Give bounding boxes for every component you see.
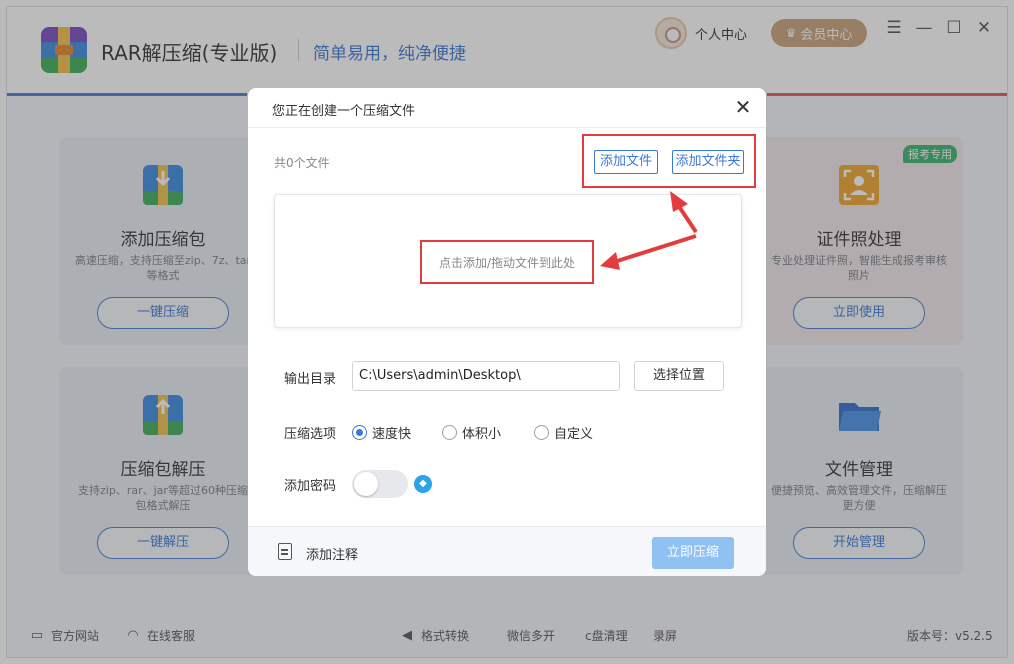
option-label: 体积小 xyxy=(462,427,502,442)
file-count: 共0个文件 xyxy=(274,156,330,170)
choose-location-button[interactable]: 选择位置 xyxy=(634,361,724,391)
option-label: 自定义 xyxy=(554,427,594,442)
drop-hint: 点击添加/拖动文件到此处 xyxy=(438,256,576,270)
note-icon xyxy=(278,543,292,560)
radio-dot xyxy=(352,425,367,440)
output-path-input[interactable]: C:\Users\admin\Desktop\ xyxy=(352,361,620,391)
option-label: 速度快 xyxy=(372,427,412,442)
option-fast-radio[interactable]: 速度快 xyxy=(352,423,411,442)
dialog-footer: 添加注释 立即压缩 xyxy=(248,526,766,576)
add-folder-button[interactable]: 添加文件夹 xyxy=(672,150,744,174)
vip-diamond-icon: ◆ xyxy=(414,475,432,493)
output-dir-label: 输出目录 xyxy=(284,372,337,387)
radio-dot xyxy=(534,425,549,440)
option-custom-radio[interactable]: 自定义 xyxy=(534,423,593,442)
password-toggle[interactable] xyxy=(352,470,408,498)
dialog-close-icon[interactable]: ✕ xyxy=(732,96,754,118)
create-archive-dialog: 您正在创建一个压缩文件 ✕ 共0个文件 添加文件 添加文件夹 点击添加/拖动文件… xyxy=(248,88,766,576)
password-label: 添加密码 xyxy=(284,479,337,494)
option-small-radio[interactable]: 体积小 xyxy=(442,423,501,442)
compress-options-label: 压缩选项 xyxy=(284,427,337,442)
add-note-link[interactable]: 添加注释 xyxy=(306,544,358,563)
add-file-button[interactable]: 添加文件 xyxy=(594,150,658,174)
compress-now-button[interactable]: 立即压缩 xyxy=(652,537,734,569)
dialog-title: 您正在创建一个压缩文件 xyxy=(272,104,416,119)
radio-dot xyxy=(442,425,457,440)
dialog-header: 您正在创建一个压缩文件 ✕ xyxy=(248,88,766,128)
toggle-knob xyxy=(354,472,378,496)
